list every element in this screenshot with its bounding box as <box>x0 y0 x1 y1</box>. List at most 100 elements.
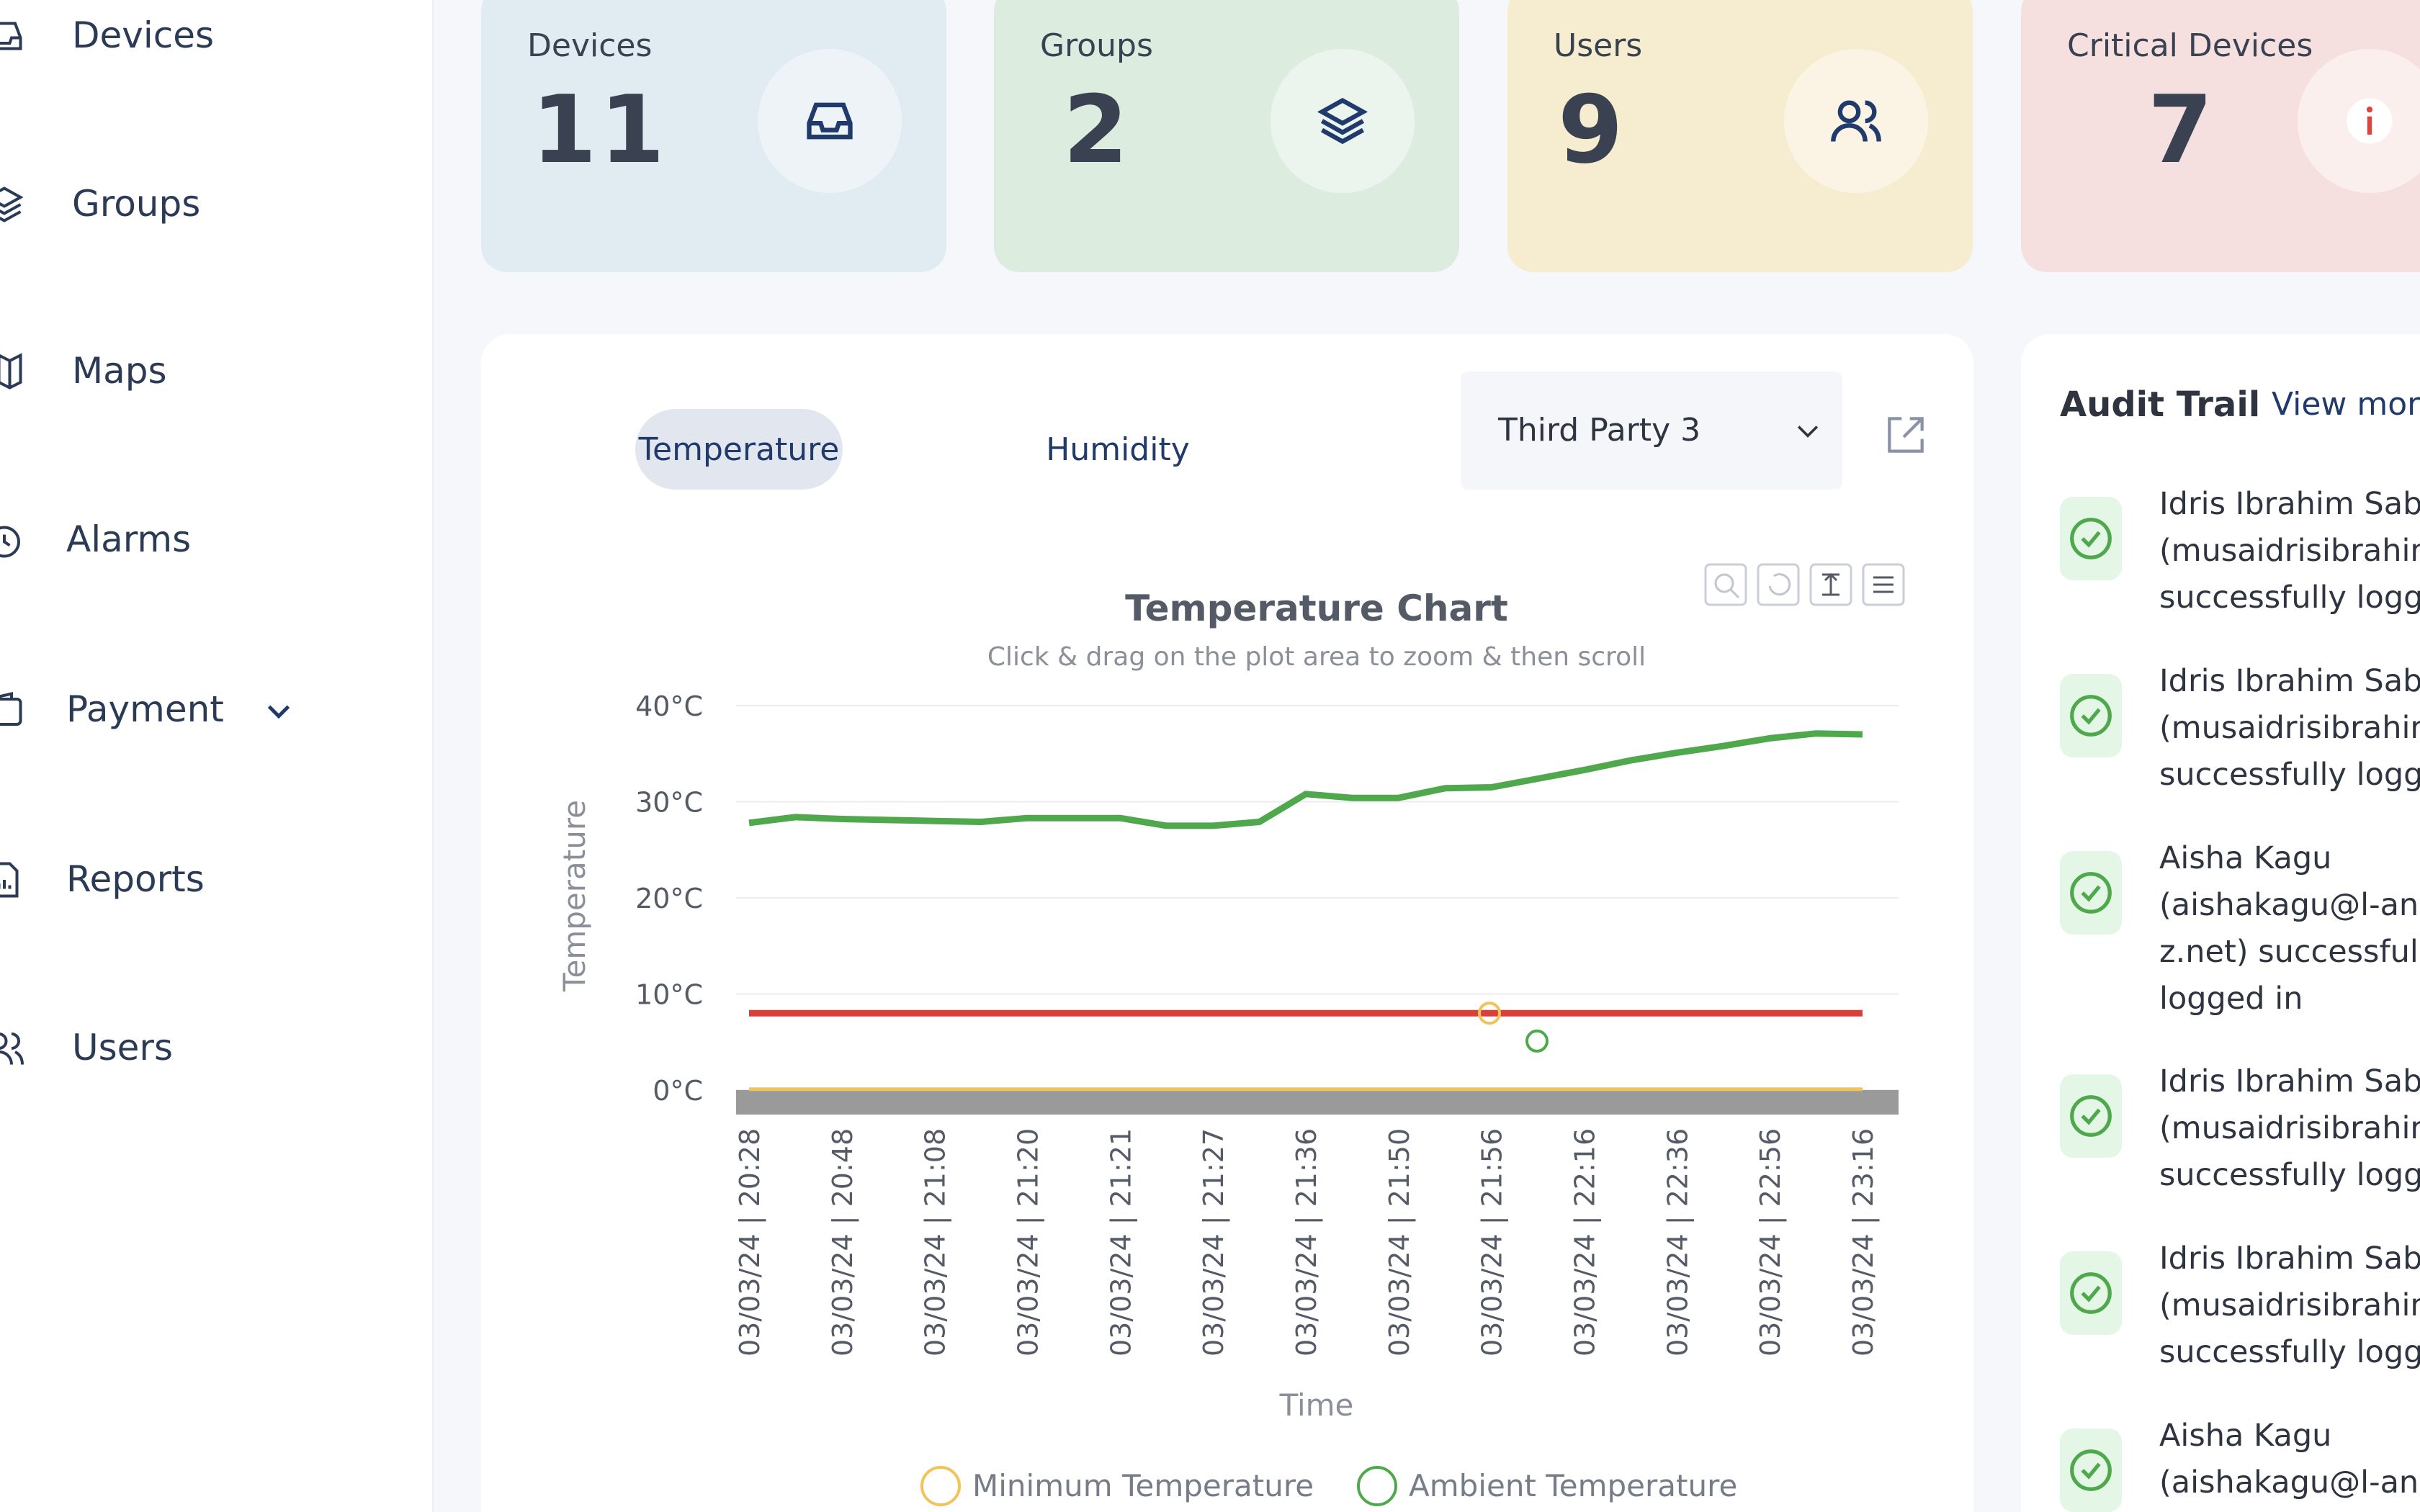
y-axis-ticks: 0°C 10°C 20°C 30°C 40°C <box>635 690 703 1107</box>
chart-panel: Temperature Humidity Third Party 3 Tempe… <box>481 334 1973 1512</box>
stat-title: Users <box>1554 27 1643 64</box>
stat-value: 9 <box>1558 75 1626 184</box>
legend-marker <box>920 1466 961 1506</box>
hover-marker <box>1525 1029 1549 1053</box>
x-tick-label: 03/03/24 | 21:20 <box>1013 1128 1045 1356</box>
x-tick-label: 03/03/24 | 20:28 <box>734 1128 766 1356</box>
audit-trail-title: Audit Trail <box>2060 384 2261 425</box>
check-circle-icon <box>2060 1074 2122 1158</box>
info-icon <box>2347 98 2393 144</box>
sidebar-item-label: Groups <box>72 183 201 225</box>
pan-icon[interactable] <box>1809 563 1852 606</box>
sidebar-item-label: Alarms <box>66 518 192 560</box>
alarm-icon <box>0 526 20 558</box>
sidebar-item-reports[interactable]: Reports <box>0 844 403 916</box>
check-circle-icon <box>2060 674 2122 757</box>
stat-icon-circle <box>1270 49 1415 193</box>
chart-legend: Minimum Temperature Ambient Temperature <box>920 1466 1737 1506</box>
chart-title: Temperature Chart <box>1125 588 1508 629</box>
temperature-chart[interactable]: Temperature Chart Click & drag on the pl… <box>481 334 1973 1512</box>
check-circle-icon <box>2060 497 2122 580</box>
zoom-in-icon[interactable] <box>1704 563 1747 606</box>
x-tick-label: 03/03/24 | 23:16 <box>1847 1128 1880 1356</box>
stat-icon-circle <box>2298 49 2420 193</box>
y-tick-label: 0°C <box>653 1075 703 1107</box>
x-axis-band <box>736 1090 1899 1115</box>
stat-icon-circle <box>1784 49 1928 193</box>
y-tick-label: 10°C <box>635 979 703 1011</box>
x-tick-label: 03/03/24 | 20:48 <box>827 1128 859 1356</box>
sidebar-item-label: Users <box>72 1027 174 1068</box>
y-tick-label: 40°C <box>635 690 703 722</box>
stat-card-devices[interactable]: Devices 11 <box>481 0 946 272</box>
sidebar-item-devices[interactable]: Devices <box>0 0 403 72</box>
audit-entry-text: Idris Ibrahim Sabo (musaidrisibrahim1 su… <box>2159 1063 2420 1193</box>
sidebar-item-label: Reports <box>66 858 205 900</box>
x-tick-label: 03/03/24 | 22:16 <box>1569 1128 1602 1356</box>
x-tick-label: 03/03/24 | 21:36 <box>1291 1128 1323 1356</box>
sidebar: Devices Groups Maps Alarms Payment Repor… <box>0 0 434 1512</box>
stat-title: Groups <box>1040 27 1153 64</box>
chevron-down-icon[interactable] <box>262 694 295 727</box>
x-tick-label: 03/03/24 | 21:08 <box>920 1128 952 1356</box>
audit-entry-text: Idris Ibrahim Sabo (musaidrisibrahim1 su… <box>2159 1241 2420 1370</box>
y-tick-label: 20°C <box>635 883 703 914</box>
legend-label: Ambient Temperature <box>1409 1468 1737 1503</box>
x-tick-label: 03/03/24 | 21:21 <box>1105 1128 1137 1356</box>
audit-entry-text: Aisha Kagu (aishakagu@l-and- z.net) succ… <box>2159 840 2420 1017</box>
x-tick-label: 03/03/24 | 22:56 <box>1754 1128 1787 1356</box>
map-icon <box>0 353 22 390</box>
audit-entry-text: Idris Ibrahim Sabo (musaidrisibrahim1 su… <box>2159 486 2420 616</box>
y-tick-label: 30°C <box>635 787 703 819</box>
layers-icon <box>0 186 24 222</box>
x-tick-label: 03/03/24 | 21:50 <box>1384 1128 1416 1356</box>
stat-value: 11 <box>532 75 668 184</box>
sidebar-item-users[interactable]: Users <box>0 1012 403 1084</box>
sidebar-item-label: Payment <box>66 688 224 730</box>
x-axis-label: Time <box>1279 1387 1354 1423</box>
sidebar-item-label: Devices <box>72 14 215 56</box>
toolbar-button <box>1757 563 1800 606</box>
check-circle-icon <box>2060 1428 2122 1512</box>
stat-title: Critical Devices <box>2067 27 2313 64</box>
chart-grid <box>736 705 1899 1115</box>
audit-trail-panel: Audit Trail View more Idris Ibrahim Sabo… <box>2021 334 2420 1512</box>
reset-zoom-icon[interactable] <box>1757 563 1800 606</box>
x-tick-label: 03/03/24 | 21:27 <box>1198 1128 1230 1356</box>
x-tick-label: 03/03/24 | 22:36 <box>1662 1128 1694 1356</box>
layers-icon <box>1317 97 1368 145</box>
sidebar-item-groups[interactable]: Groups <box>0 168 403 240</box>
toolbar-button <box>1704 563 1747 606</box>
stat-icon-circle <box>758 49 902 193</box>
audit-entry-text: Aisha Kagu (aishakagu@l-and- <box>2159 1418 2420 1500</box>
stat-title: Devices <box>527 27 653 64</box>
check-circle-icon <box>2060 851 2122 935</box>
legend-marker <box>1357 1466 1397 1506</box>
menu-icon[interactable] <box>1862 563 1905 606</box>
check-circle-icon <box>2060 1251 2122 1335</box>
x-tick-label: 03/03/24 | 21:56 <box>1476 1128 1509 1356</box>
view-more-link[interactable]: View more <box>2272 386 2420 423</box>
audit-entry-text: Idris Ibrahim Sabo (musaidrisibrahim1 su… <box>2159 663 2420 793</box>
stat-value: 7 <box>2148 75 2216 184</box>
series-line-ambient-temperature <box>748 730 1863 829</box>
users-icon <box>0 1032 24 1065</box>
users-icon <box>1831 100 1881 142</box>
sidebar-item-maps[interactable]: Maps <box>0 336 403 408</box>
sidebar-item-label: Maps <box>72 350 167 392</box>
y-axis-label: Temperature <box>557 800 592 992</box>
chart-toolbar <box>1704 563 1905 606</box>
legend-label: Minimum Temperature <box>972 1468 1314 1503</box>
inbox-icon <box>0 22 22 50</box>
x-axis-ticks: 03/03/24 | 20:28 03/03/24 | 20:48 03/03/24… <box>734 1128 1880 1356</box>
sidebar-item-payment[interactable]: Payment <box>0 674 403 746</box>
stat-card-users[interactable]: Users 9 <box>1507 0 1973 272</box>
stat-card-groups[interactable]: Groups 2 <box>994 0 1459 272</box>
stat-value: 2 <box>1063 75 1131 184</box>
chart-series <box>748 730 1863 1092</box>
report-icon <box>0 862 19 898</box>
wallet-icon <box>0 691 22 726</box>
inbox-icon <box>807 102 853 140</box>
stat-card-critical-devices[interactable]: Critical Devices 7 <box>2021 0 2420 272</box>
sidebar-item-alarms[interactable]: Alarms <box>0 504 403 576</box>
